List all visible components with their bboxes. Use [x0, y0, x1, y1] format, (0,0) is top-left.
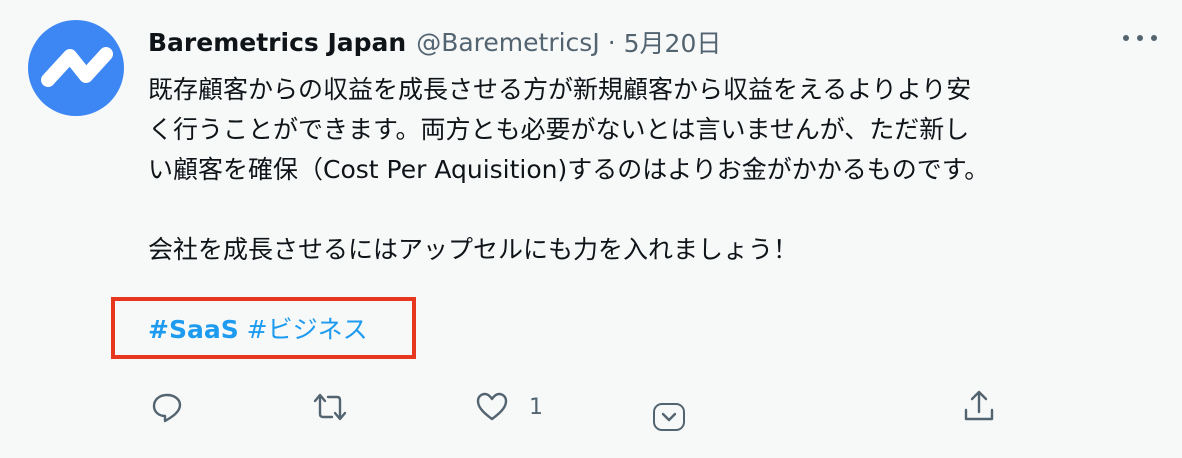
share-button[interactable] [962, 388, 996, 424]
author-name[interactable]: Baremetrics Japan [148, 28, 406, 57]
tweet-date[interactable]: 5月20日 [624, 24, 722, 60]
retweet-icon [313, 393, 347, 421]
like-button[interactable]: 1 [475, 390, 543, 424]
chevron-down-icon [653, 403, 685, 431]
tweet-text-line: く行うことができます。両方とも必要がないとは言いませんが、ただ新し [148, 115, 970, 144]
tweet-text: 既存顧客からの収益を成長させる方が新規顧客から収益をえるよりより安 く行うことが… [148, 70, 1158, 270]
heart-icon [476, 392, 508, 421]
separator-dot: · [607, 27, 616, 57]
action-bar: 1 [0, 388, 1182, 431]
tweet-text-line: 会社を成長させるにはアップセルにも力を入れましょう！ [148, 235, 799, 264]
avatar[interactable] [28, 20, 124, 116]
tweet-text-line: い顧客を確保（Cost Per Aquisition)するのはよりお金がかかるも… [148, 155, 990, 184]
highlight-box [111, 297, 416, 359]
more-button[interactable] [1118, 26, 1162, 50]
extra-action-button[interactable] [652, 402, 686, 432]
reply-icon [152, 393, 182, 423]
share-icon [964, 390, 994, 421]
baremetrics-logo-icon [41, 47, 113, 87]
more-dots-icon [1123, 35, 1157, 41]
tweet-text-line: 既存顧客からの収益を成長させる方が新規顧客から収益をえるよりより安 [148, 75, 972, 104]
retweet-button[interactable] [310, 390, 350, 424]
like-count: 1 [529, 394, 543, 420]
reply-button[interactable] [150, 390, 184, 424]
author-handle[interactable]: @BaremetricsJ [416, 28, 599, 57]
tweet-header: Baremetrics Japan @BaremetricsJ · 5月20日 [148, 24, 721, 60]
